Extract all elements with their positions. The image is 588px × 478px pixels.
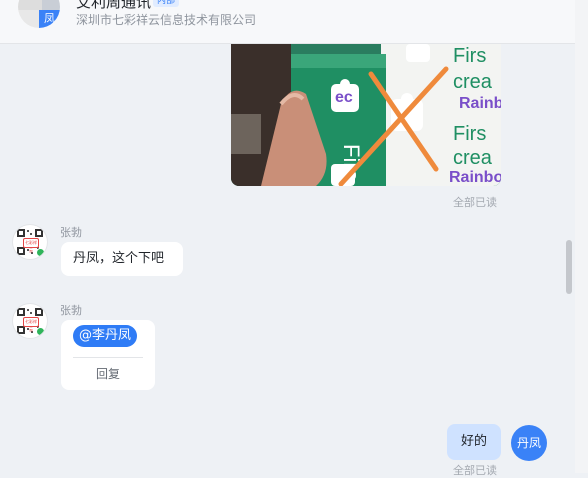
scrollbar-thumb[interactable] [566,240,572,294]
avatar-tile-label: 凤 [39,10,60,28]
product-photo: ec Firs Firs crea Rainbo Firs crea Rainb… [231,44,501,186]
mention-tag[interactable]: @李丹凤 [73,325,138,347]
organization-name: 深圳市七彩祥云信息技术有限公司 [76,13,257,27]
avatar-tile [18,0,42,10]
box-letters: Rainbo [449,169,501,186]
avatar-tile [18,10,39,28]
chat-header: 凤 艾利周通讯 内部 深圳市七彩祥云信息技术有限公司 [0,0,575,44]
read-status[interactable]: 全部已读 [453,462,497,478]
read-status[interactable]: 全部已读 [453,194,497,210]
divider [73,357,143,358]
scrollbar-track[interactable] [575,0,588,473]
box-letters: Firs [453,45,486,67]
box-letters: ec [335,89,353,106]
image-message[interactable]: ec Firs Firs crea Rainbo Firs crea Rainb… [231,44,501,186]
my-avatar[interactable]: 丹凤 [511,425,547,461]
reply-button[interactable]: 回复 [96,365,120,382]
box-letters: Firs [453,123,486,145]
message-text: 丹凤，这个下吧 [73,251,165,266]
message-bubble[interactable]: 丹凤，这个下吧 [61,242,183,276]
box-letters: Rainbo [459,95,501,112]
group-avatar[interactable]: 凤 [18,0,60,28]
sender-avatar[interactable]: 七彩祥云 [13,225,47,259]
brand-logo: 七彩祥云 [23,238,39,253]
box-letters: crea [453,71,493,93]
internal-badge: 内部 [153,0,180,7]
my-message-bubble[interactable]: 好的 [447,424,501,460]
box-letters: crea [453,147,493,169]
sender-name: 张勃 [60,304,82,317]
brand-logo: 七彩祥云 [23,317,39,332]
avatar-tile [42,0,60,10]
online-status-icon [36,327,45,336]
online-status-icon [36,248,45,257]
sender-avatar[interactable]: 七彩祥云 [13,304,47,338]
sender-name: 张勃 [60,226,82,239]
